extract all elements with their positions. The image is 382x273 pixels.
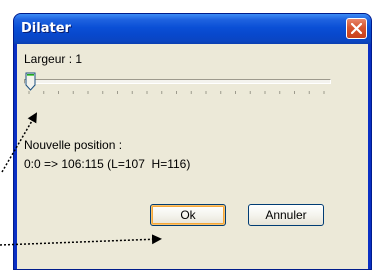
close-button[interactable] (346, 18, 367, 39)
stage: Dilater Largeur : 1 Nouvelle position : … (0, 0, 382, 273)
slider-ticks (28, 91, 325, 94)
ok-button[interactable]: Ok (150, 204, 226, 226)
slider-thumb-icon[interactable] (25, 72, 36, 91)
largeur-slider[interactable] (24, 71, 331, 101)
slider-track[interactable] (24, 79, 331, 84)
largeur-label: Largeur : 1 (24, 52, 83, 66)
cancel-button-label: Annuler (265, 208, 307, 222)
title-bar[interactable]: Dilater (14, 14, 371, 44)
window-title: Dilater (21, 21, 71, 36)
new-position-label: Nouvelle position : (24, 138, 123, 152)
close-icon (351, 23, 362, 34)
cancel-button[interactable]: Annuler (248, 204, 324, 226)
new-position-value: 0:0 => 106:115 (L=107 H=116) (24, 157, 191, 171)
ok-button-label: Ok (180, 208, 196, 222)
